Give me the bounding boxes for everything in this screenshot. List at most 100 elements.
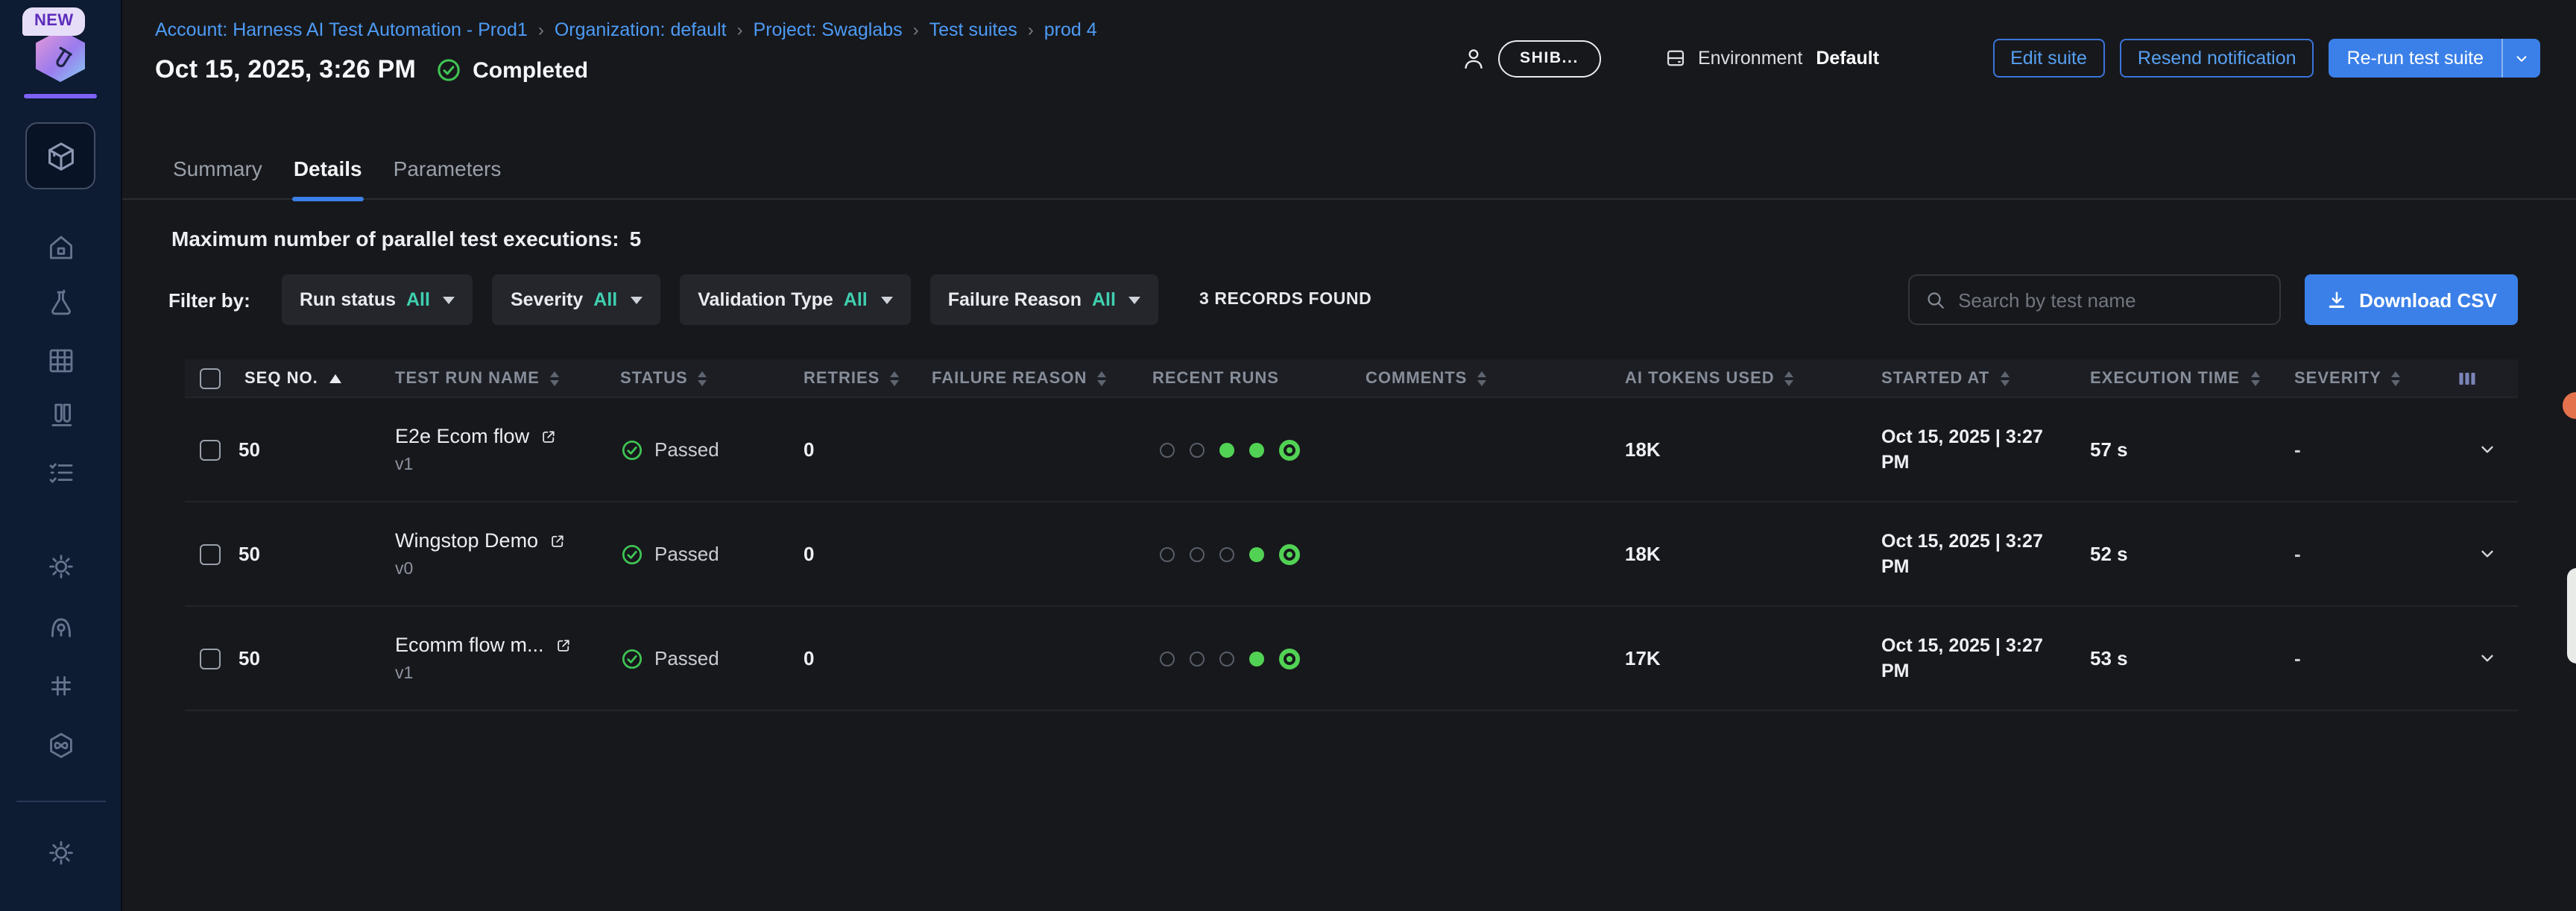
module-cube-icon — [44, 139, 77, 172]
ai-tokens-used: 18K — [1625, 438, 1881, 461]
table-row[interactable]: 50 Ecomm flow m... v1 Passed 0 17K Oct 1… — [185, 607, 2518, 711]
row-checkbox[interactable] — [200, 439, 221, 460]
col-seq-no[interactable]: SEQ NO. — [185, 368, 395, 388]
execution-time: 57 s — [2090, 438, 2294, 461]
checklist-icon — [45, 458, 75, 488]
column-settings-button[interactable] — [2415, 366, 2518, 390]
tab-parameters[interactable]: Parameters — [392, 157, 503, 198]
col-label: AI TOKENS USED — [1625, 369, 1775, 387]
test-run-name[interactable]: Ecomm flow m... — [395, 634, 544, 656]
left-nav-sidebar: NEW — [0, 0, 122, 911]
test-run-version: v1 — [395, 665, 620, 683]
open-in-new-tab-icon[interactable] — [555, 636, 572, 654]
page-header: Account: Harness AI Test Automation - Pr… — [122, 0, 2576, 104]
check-circle-icon — [620, 438, 644, 461]
sidebar-item-home[interactable] — [44, 231, 77, 264]
environment-selector[interactable]: Environment Default — [1664, 46, 1879, 70]
floating-widget-orange[interactable] — [2563, 392, 2576, 419]
run-dot-empty[interactable] — [1190, 651, 1205, 666]
open-in-new-tab-icon[interactable] — [549, 532, 566, 549]
run-dot-empty[interactable] — [1160, 651, 1175, 666]
col-status[interactable]: STATUS — [620, 369, 795, 387]
sidebar-item-checklist[interactable] — [44, 456, 77, 489]
table-header-row: SEQ NO. TEST RUN NAME STATUS RETRIES FAI… — [185, 359, 2518, 398]
col-started-at[interactable]: STARTED AT — [1881, 369, 2090, 387]
col-retries[interactable]: RETRIES — [795, 369, 932, 387]
tab-bar: Summary Details Parameters — [122, 104, 2576, 200]
status-cell: Passed — [620, 646, 795, 670]
run-dot-empty[interactable] — [1160, 546, 1175, 561]
breadcrumb-account[interactable]: Account: Harness AI Test Automation - Pr… — [155, 19, 528, 40]
col-severity[interactable]: SEVERITY — [2294, 369, 2415, 387]
sidebar-item-slack[interactable] — [44, 669, 77, 702]
tab-details[interactable]: Details — [292, 157, 364, 198]
floating-widget-pill[interactable] — [2567, 568, 2576, 663]
user-badge[interactable]: SHIB... — [1497, 40, 1601, 77]
col-failure-reason[interactable]: FAILURE REASON — [932, 369, 1152, 387]
run-dot-empty[interactable] — [1190, 442, 1205, 457]
rerun-test-suite-button[interactable]: Re-run test suite — [2329, 39, 2540, 78]
failure-reason-filter[interactable]: Failure Reason All — [930, 274, 1159, 325]
expand-row-icon[interactable] — [2478, 440, 2497, 459]
sidebar-item-incognito[interactable] — [44, 610, 77, 643]
run-dot-current[interactable] — [1279, 648, 1300, 669]
sidebar-item-experiments[interactable] — [44, 286, 77, 319]
status-cell: Passed — [620, 542, 795, 566]
sidebar-item-test-tubes[interactable] — [44, 398, 77, 431]
row-checkbox[interactable] — [200, 648, 221, 669]
incognito-icon — [45, 611, 75, 641]
main-content: Account: Harness AI Test Automation - Pr… — [122, 0, 2576, 911]
validation-type-filter[interactable]: Validation Type All — [680, 274, 911, 325]
run-dot-current[interactable] — [1279, 543, 1300, 564]
col-execution-time[interactable]: EXECUTION TIME — [2090, 369, 2294, 387]
expand-row-icon[interactable] — [2478, 649, 2497, 668]
edit-suite-button[interactable]: Edit suite — [1992, 39, 2105, 78]
select-all-checkbox[interactable] — [200, 368, 221, 388]
search-input[interactable] — [1958, 289, 2264, 311]
run-dot-empty[interactable] — [1190, 546, 1205, 561]
run-status-filter[interactable]: Run status All — [282, 274, 473, 325]
sidebar-item-grid[interactable] — [44, 344, 77, 377]
download-csv-button[interactable]: Download CSV — [2304, 274, 2518, 325]
severity: - — [2294, 438, 2415, 461]
run-dot-empty[interactable] — [1219, 546, 1234, 561]
open-in-new-tab-icon[interactable] — [540, 427, 558, 445]
tab-summary[interactable]: Summary — [171, 157, 264, 198]
harness-ata-logo[interactable] — [36, 30, 85, 82]
resend-notification-button[interactable]: Resend notification — [2120, 39, 2314, 78]
logo-underline — [24, 94, 97, 98]
run-dot-current[interactable] — [1279, 439, 1300, 460]
row-checkbox[interactable] — [200, 543, 221, 564]
recent-runs — [1152, 648, 1366, 669]
run-dot-filled[interactable] — [1219, 442, 1234, 457]
run-dot-filled[interactable] — [1249, 442, 1264, 457]
run-dot-empty[interactable] — [1160, 442, 1175, 457]
expand-row-icon[interactable] — [2478, 544, 2497, 564]
rerun-dropdown-toggle[interactable] — [2501, 39, 2540, 78]
sidebar-item-settings[interactable] — [44, 550, 77, 583]
col-ai-tokens-used[interactable]: AI TOKENS USED — [1625, 369, 1881, 387]
breadcrumb-project[interactable]: Project: Swaglabs — [754, 19, 903, 40]
col-test-run-name[interactable]: TEST RUN NAME — [395, 369, 620, 387]
status-text: Passed — [654, 647, 719, 669]
breadcrumb-current[interactable]: prod 4 — [1044, 19, 1097, 40]
run-dot-empty[interactable] — [1219, 651, 1234, 666]
test-run-name[interactable]: E2e Ecom flow — [395, 425, 529, 447]
test-run-name[interactable]: Wingstop Demo — [395, 529, 538, 552]
retries: 0 — [795, 647, 932, 669]
table-row[interactable]: 50 E2e Ecom flow v1 Passed 0 18K Oct 15,… — [185, 398, 2518, 502]
records-found-count: 3 RECORDS FOUND — [1199, 291, 1371, 309]
col-comments[interactable]: COMMENTS — [1366, 369, 1625, 387]
breadcrumb-test-suites[interactable]: Test suites — [929, 19, 1017, 40]
status-cell: Passed — [620, 438, 795, 461]
filter-value: All — [406, 289, 430, 310]
severity-filter[interactable]: Severity All — [493, 274, 660, 325]
sidebar-item-pipelines[interactable] — [44, 729, 77, 762]
breadcrumb-org[interactable]: Organization: default — [555, 19, 727, 40]
run-dot-filled[interactable] — [1249, 546, 1264, 561]
run-dot-filled[interactable] — [1249, 651, 1264, 666]
table-row[interactable]: 50 Wingstop Demo v0 Passed 0 18K Oct 15,… — [185, 502, 2518, 607]
user-icon[interactable] — [1460, 45, 1486, 71]
sidebar-item-module-selected[interactable] — [25, 122, 95, 189]
sidebar-item-account-settings[interactable] — [44, 836, 77, 869]
